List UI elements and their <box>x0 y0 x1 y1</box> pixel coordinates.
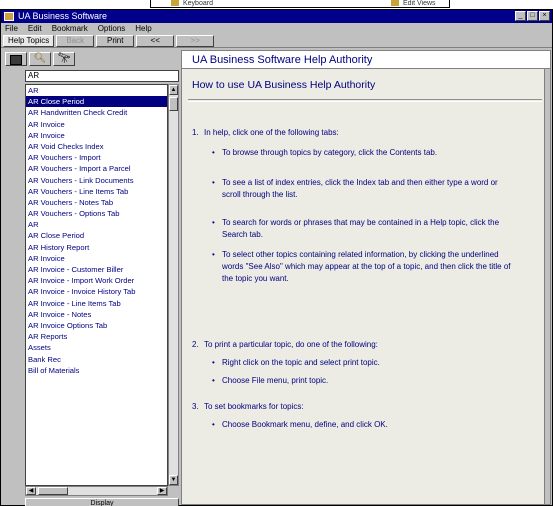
topic-list-item[interactable]: AR Invoice - Customer Biller <box>26 264 167 275</box>
topic-list-item[interactable]: AR Invoice <box>26 253 167 264</box>
find-tab-icon[interactable]: 🔭︎ <box>53 52 75 66</box>
topic-pane: UA Business Software Help Authority How … <box>181 50 551 505</box>
heading-divider-highlight <box>188 101 542 102</box>
back-button[interactable]: Back <box>56 35 95 47</box>
menu-edit[interactable]: Edit <box>28 23 42 34</box>
topic-list-item[interactable]: AR Invoice - Notes <box>26 309 167 320</box>
close-button[interactable]: × <box>539 11 550 21</box>
background-window: Keyboard Edit Views <box>150 0 450 8</box>
topic-list-item[interactable]: AR <box>26 219 167 230</box>
topic-content: How to use UA Business Help Authority 1.… <box>182 69 544 504</box>
index-tab-icon[interactable]: 🔍︎ <box>29 52 51 66</box>
app-icon[interactable] <box>4 12 14 21</box>
folder-icon <box>391 0 399 6</box>
help-step-text: To set bookmarks for topics: <box>204 402 304 411</box>
menu-bookmark[interactable]: Bookmark <box>52 23 88 34</box>
topic-list-item[interactable]: AR Close Period <box>26 230 167 241</box>
maximize-button[interactable]: □ <box>527 11 538 21</box>
display-button[interactable]: Display <box>25 498 179 506</box>
topic-header: UA Business Software Help Authority <box>182 51 550 69</box>
help-bullet: Right click on the topic and select prin… <box>212 357 512 369</box>
scroll-up-arrow-icon[interactable]: ▲ <box>169 85 178 95</box>
scroll-left-arrow-icon[interactable]: ◀ <box>26 487 36 495</box>
topic-list-item[interactable]: AR History Report <box>26 242 167 253</box>
heading-divider <box>188 99 542 100</box>
navigation-tabs: 🔍︎ 🔭︎ <box>3 50 180 68</box>
topic-list-item[interactable]: AR Invoice - Line Items Tab <box>26 298 167 309</box>
topic-list: AR AR Close Period AR Handwritten Check Cr… <box>25 84 168 486</box>
help-bullet: To browse through topics by category, cl… <box>212 147 512 159</box>
help-bullet: To select other topics containing relate… <box>212 249 512 285</box>
topic-list-item[interactable]: AR Vouchers - Import a Parcel <box>26 163 167 174</box>
window-controls: _ □ × <box>515 11 550 22</box>
background-item-1: Keyboard <box>171 0 213 7</box>
help-topics-button[interactable]: Help Topics <box>3 35 55 47</box>
topic-heading: How to use UA Business Help Authority <box>192 79 376 91</box>
topic-pane-scrollbar[interactable] <box>544 69 550 504</box>
scroll-right-arrow-icon[interactable]: ▶ <box>157 487 167 495</box>
background-item-2: Edit Views <box>391 0 436 7</box>
topic-list-item[interactable]: AR Invoice <box>26 119 167 130</box>
toolbar: Help Topics Back Print << >> <box>1 34 552 48</box>
topic-list-item[interactable]: AR Invoice - Invoice History Tab <box>26 286 167 297</box>
topic-list-item[interactable]: AR Close Period <box>26 96 167 108</box>
topic-list-item[interactable]: AR Void Checks Index <box>26 141 167 152</box>
topic-list-item[interactable]: AR Reports <box>26 331 167 342</box>
help-bullet: To see a list of index entries, click th… <box>212 177 512 201</box>
help-bullet: To search for words or phrases that may … <box>212 217 512 241</box>
help-window: UA Business Software _ □ × File Edit Boo… <box>0 9 553 506</box>
topic-list-item[interactable]: Bill of Materials <box>26 365 167 376</box>
menu-options[interactable]: Options <box>98 23 126 34</box>
help-step-text: To print a particular topic, do one of t… <box>204 340 378 349</box>
topic-list-item[interactable]: AR <box>26 85 167 96</box>
minimize-button[interactable]: _ <box>515 11 526 21</box>
topic-list-vertical-scrollbar[interactable]: ▲ ▼ <box>168 84 179 486</box>
topic-list-item[interactable]: AR Handwritten Check Credit <box>26 107 167 118</box>
menu-help[interactable]: Help <box>135 23 151 34</box>
help-bullet: Choose File menu, print topic. <box>212 375 512 387</box>
menu-bar: File Edit Bookmark Options Help <box>1 23 552 34</box>
topic-list-item[interactable]: Assets <box>26 342 167 353</box>
navigation-pane: 🔍︎ 🔭︎ AR AR AR Close Period AR Handwritten… <box>3 50 180 506</box>
keyboard-icon <box>171 0 179 6</box>
window-title: UA Business Software <box>18 11 108 21</box>
topic-list-item[interactable]: AR Invoice Options Tab <box>26 320 167 331</box>
topic-list-item[interactable]: Bank Rec <box>26 354 167 365</box>
help-step-text: In help, click one of the following tabs… <box>204 128 339 137</box>
desktop-background: Keyboard Edit Views <box>0 0 553 9</box>
topic-list-item[interactable]: AR Vouchers - Notes Tab <box>26 197 167 208</box>
topic-list-item[interactable]: AR Vouchers - Options Tab <box>26 208 167 219</box>
topic-search-input[interactable]: AR <box>25 70 179 82</box>
scroll-down-arrow-icon[interactable]: ▼ <box>169 475 178 485</box>
next-topic-button[interactable]: >> <box>176 35 215 47</box>
print-button[interactable]: Print <box>96 35 135 47</box>
title-bar[interactable]: UA Business Software _ □ × <box>1 10 552 23</box>
topic-list-horizontal-scrollbar[interactable]: ◀ ▶ <box>25 486 168 496</box>
topic-list-item[interactable]: AR Invoice <box>26 130 167 141</box>
topic-list-item[interactable]: AR Vouchers - Import <box>26 152 167 163</box>
previous-topic-button[interactable]: << <box>136 35 175 47</box>
topic-list-item[interactable]: AR Vouchers - Link Documents <box>26 175 167 186</box>
contents-tab-icon[interactable] <box>5 52 27 66</box>
topic-list-item[interactable]: AR Invoice - Import Work Order <box>26 275 167 286</box>
help-bullet: Choose Bookmark menu, define, and click … <box>212 419 512 431</box>
topic-list-item[interactable]: AR Vouchers - Line Items Tab <box>26 186 167 197</box>
horizontal-scroll-thumb[interactable] <box>38 487 68 495</box>
menu-file[interactable]: File <box>5 23 18 34</box>
scroll-thumb[interactable] <box>169 97 178 111</box>
